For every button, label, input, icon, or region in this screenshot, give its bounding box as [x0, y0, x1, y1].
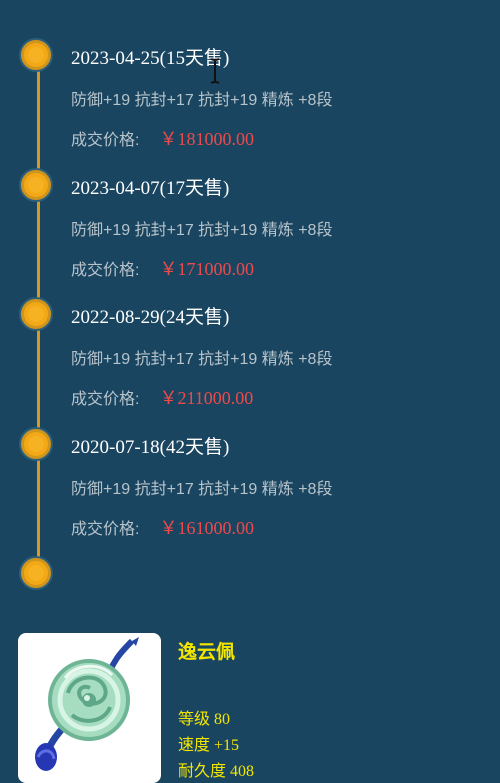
trade-attributes: 防御+19 抗封+17 抗封+19 精炼 +8段 [71, 92, 333, 109]
trade-date: 2022-08-29(24天售) [71, 307, 230, 328]
trade-price-row: 成交价格: ￥211000.00 [71, 384, 253, 410]
item-stat-speed: 速度 +15 [178, 737, 240, 754]
trade-price-row: 成交价格: ￥181000.00 [71, 125, 254, 151]
timeline-dot [21, 170, 51, 200]
jade-pendant-icon [35, 637, 139, 771]
timeline-dot [21, 299, 51, 329]
trade-price-row: 成交价格: ￥171000.00 [71, 255, 254, 281]
timeline-dot [21, 429, 51, 459]
item-name: 逸云佩 [178, 641, 236, 663]
trade-price-row: 成交价格: ￥161000.00 [71, 514, 254, 540]
trade-date: 2020-07-18(42天售) [71, 437, 230, 458]
item-stat-level: 等级 80 [178, 711, 231, 728]
trade-date: 2023-04-25(15天售) [71, 48, 230, 69]
trade-attributes: 防御+19 抗封+17 抗封+19 精炼 +8段 [71, 222, 333, 239]
price-value: ￥161000.00 [159, 518, 254, 538]
text-cursor-icon [210, 58, 220, 84]
trade-date: 2023-04-07(17天售) [71, 178, 230, 199]
price-value: ￥171000.00 [159, 259, 254, 279]
price-label: 成交价格: [71, 521, 140, 538]
item-image-card[interactable] [18, 633, 161, 783]
trade-attributes: 防御+19 抗封+17 抗封+19 精炼 +8段 [71, 481, 333, 498]
price-label: 成交价格: [71, 132, 140, 149]
timeline-dot [21, 40, 51, 70]
trade-attributes: 防御+19 抗封+17 抗封+19 精炼 +8段 [71, 351, 333, 368]
item-stat-durability: 耐久度 408 [178, 763, 255, 780]
price-value: ￥211000.00 [159, 388, 254, 408]
price-value: ￥181000.00 [159, 129, 254, 149]
price-label: 成交价格: [71, 391, 140, 408]
trade-history-timeline: 2023-04-25(15天售) 防御+19 抗封+17 抗封+19 精炼 +8… [0, 0, 500, 600]
timeline-end-dot [21, 558, 51, 588]
price-label: 成交价格: [71, 262, 140, 279]
